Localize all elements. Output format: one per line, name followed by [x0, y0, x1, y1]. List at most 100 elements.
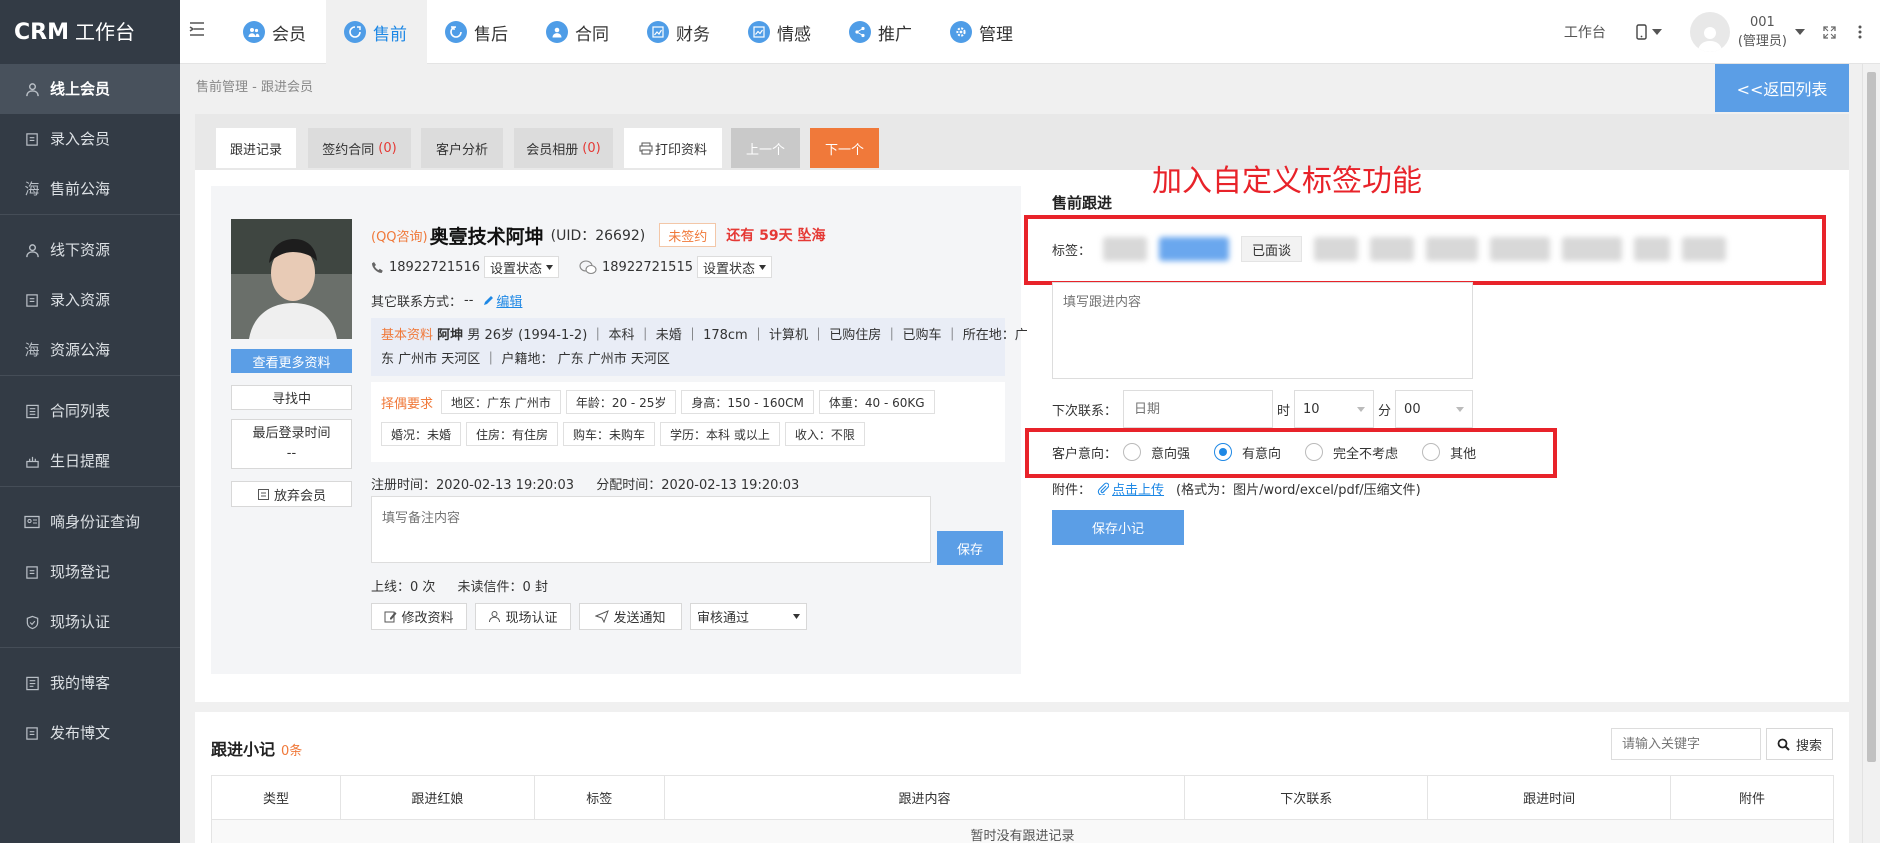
radio-button[interactable]	[1422, 443, 1441, 461]
sidebar-item-onsite-verify[interactable]: 现场认证	[0, 597, 180, 647]
more-vertical-icon[interactable]	[1858, 25, 1862, 39]
intent-option-other[interactable]: 其他	[1422, 443, 1476, 462]
topnav-promotion[interactable]: 推广	[831, 0, 932, 64]
edit-link-text: 编辑	[496, 294, 523, 310]
tag-chip[interactable]	[1370, 237, 1415, 261]
sidebar-item-onsite-register[interactable]: 现场登记	[0, 547, 180, 597]
save-remark-button[interactable]: 保存	[937, 531, 1003, 565]
sidebar-item-resource-pool[interactable]: 海 资源公海	[0, 325, 180, 375]
minute-label: 分	[1378, 403, 1392, 419]
tab-follow-records[interactable]: 跟进记录	[216, 128, 296, 168]
minute-select[interactable]: 00	[1395, 390, 1474, 428]
next-button[interactable]: 下一个	[810, 128, 879, 168]
topnav-label: 管理	[979, 24, 1013, 45]
tag-chip[interactable]	[1634, 237, 1671, 261]
previous-button[interactable]: 上一个	[731, 128, 800, 168]
upload-link[interactable]: 点击上传	[1097, 479, 1164, 498]
topnav-finance[interactable]: 财务	[629, 0, 730, 64]
topnav-label: 会员	[272, 24, 306, 45]
intent-option-not-considered[interactable]: 完全不考虑	[1305, 443, 1398, 462]
scrollbar-thumb[interactable]	[1867, 72, 1876, 762]
app-logo[interactable]: CRM 工作台	[0, 0, 180, 64]
workbench-link[interactable]: 工作台	[1564, 22, 1606, 42]
sidebar-item-birthday[interactable]: 生日提醒	[0, 436, 180, 486]
tab-label: 打印资料	[654, 142, 707, 158]
status-badge: 寻找中	[231, 385, 352, 410]
contract-icon	[546, 21, 568, 43]
topnav-manage[interactable]: 管理	[932, 0, 1033, 64]
sidebar-item-my-blog[interactable]: 我的博客	[0, 658, 180, 708]
remark-textarea[interactable]	[371, 496, 931, 563]
user-info[interactable]: 001 (管理员)	[1738, 13, 1787, 51]
topnav-contract[interactable]: 合同	[528, 0, 629, 64]
fullscreen-icon[interactable]	[1823, 25, 1836, 39]
mobile-menu[interactable]	[1636, 24, 1662, 40]
presale-follow-title: 售前跟进	[1052, 194, 1113, 212]
tag-chip[interactable]	[1562, 237, 1623, 261]
phone-status-select[interactable]: 设置状态	[483, 256, 559, 278]
topnav-members[interactable]: 会员	[225, 0, 326, 64]
onsite-verify-button[interactable]: 现场认证	[475, 603, 571, 630]
member-photo[interactable]	[231, 219, 352, 339]
audit-status-select[interactable]: 审核通过	[690, 603, 807, 630]
sidebar-item-online-members[interactable]: 线上会员	[0, 64, 180, 114]
view-more-info-button[interactable]: 查看更多资料	[231, 349, 352, 373]
requirement-chip: 婚况：未婚	[381, 422, 462, 446]
tag-chip-selected[interactable]	[1159, 237, 1230, 261]
modify-info-button[interactable]: 修改资料	[371, 603, 467, 630]
sidebar-item-add-member[interactable]: 录入会员	[0, 114, 180, 164]
topnav-presale[interactable]: 售前	[326, 0, 427, 64]
audit-status-value: 审核通过	[697, 611, 750, 626]
next-contact-date-input[interactable]	[1123, 390, 1274, 428]
edit-contact-link[interactable]: 编辑	[483, 291, 522, 310]
sidebar-group-5: 我的博客 发布博文	[0, 648, 180, 758]
menu-toggle-icon[interactable]	[188, 20, 210, 42]
sidebar-item-label: 嘀身份证查询	[50, 513, 141, 531]
scrollbar[interactable]	[1862, 64, 1880, 843]
send-notification-button[interactable]: 发送通知	[579, 603, 682, 630]
notes-search-button[interactable]: 搜索	[1766, 728, 1833, 760]
abandon-member-button[interactable]: 放弃会员	[231, 481, 352, 507]
topnav-aftersale[interactable]: 售后	[427, 0, 528, 64]
back-to-list-button[interactable]: <<返回列表	[1715, 64, 1849, 112]
sidebar-item-id-query[interactable]: 嘀身份证查询	[0, 497, 180, 547]
tag-chip[interactable]	[1426, 237, 1479, 261]
follow-content-textarea[interactable]	[1052, 282, 1473, 379]
empty-table-message: 暂时没有跟进记录	[211, 819, 1834, 843]
tag-chip[interactable]	[1103, 237, 1148, 261]
tag-chip[interactable]	[1314, 237, 1359, 261]
follow-notes-table: 类型 跟进红娘 标签 跟进内容 下次联系 跟进时间 附件 暂时没有跟进记录	[211, 775, 1834, 843]
tab-print-info[interactable]: 打印资料	[624, 128, 722, 168]
intent-option-label: 有意向	[1242, 446, 1282, 462]
tab-count: (0)	[582, 140, 601, 156]
chevron-down-icon[interactable]	[1795, 29, 1805, 35]
save-note-button[interactable]: 保存小记	[1052, 510, 1184, 545]
days-prefix: 还有	[726, 228, 755, 244]
tab-signed-contracts[interactable]: 签约合同 (0)	[308, 128, 411, 168]
sidebar-item-add-resource[interactable]: 录入资源	[0, 275, 180, 325]
radio-button[interactable]	[1123, 443, 1142, 461]
notes-search-input[interactable]	[1611, 728, 1761, 760]
topnav-label: 推广	[878, 24, 912, 45]
tab-customer-analysis[interactable]: 客户分析	[421, 128, 503, 168]
tab-member-album[interactable]: 会员相册 (0)	[514, 128, 613, 168]
topnav-emotion[interactable]: 情感	[730, 0, 831, 64]
intent-option-interested[interactable]: 有意向	[1214, 443, 1281, 462]
intent-option-label: 意向强	[1151, 446, 1191, 462]
sidebar-item-presale-pool[interactable]: 海 售前公海	[0, 164, 180, 214]
sidebar-item-publish-post[interactable]: 发布博文	[0, 708, 180, 758]
tag-chip-interviewed[interactable]: 已面谈	[1241, 236, 1303, 262]
radio-button[interactable]	[1305, 443, 1324, 461]
tag-chip[interactable]	[1490, 237, 1551, 261]
logo-main-text: CRM	[14, 20, 69, 45]
wechat-status-select[interactable]: 设置状态	[696, 256, 772, 278]
next-contact-row: 下次联系： 时 10 分 00	[1052, 390, 1474, 428]
tag-chip[interactable]	[1682, 237, 1727, 261]
hour-select[interactable]: 10	[1294, 390, 1375, 428]
other-contact-label: 其它联系方式：	[371, 294, 463, 310]
sidebar-item-contract-list[interactable]: 合同列表	[0, 386, 180, 436]
sidebar-item-offline-resources[interactable]: 线下资源	[0, 225, 180, 275]
avatar[interactable]	[1689, 12, 1730, 52]
intent-option-strong[interactable]: 意向强	[1123, 443, 1190, 462]
radio-button-checked[interactable]	[1214, 443, 1233, 461]
